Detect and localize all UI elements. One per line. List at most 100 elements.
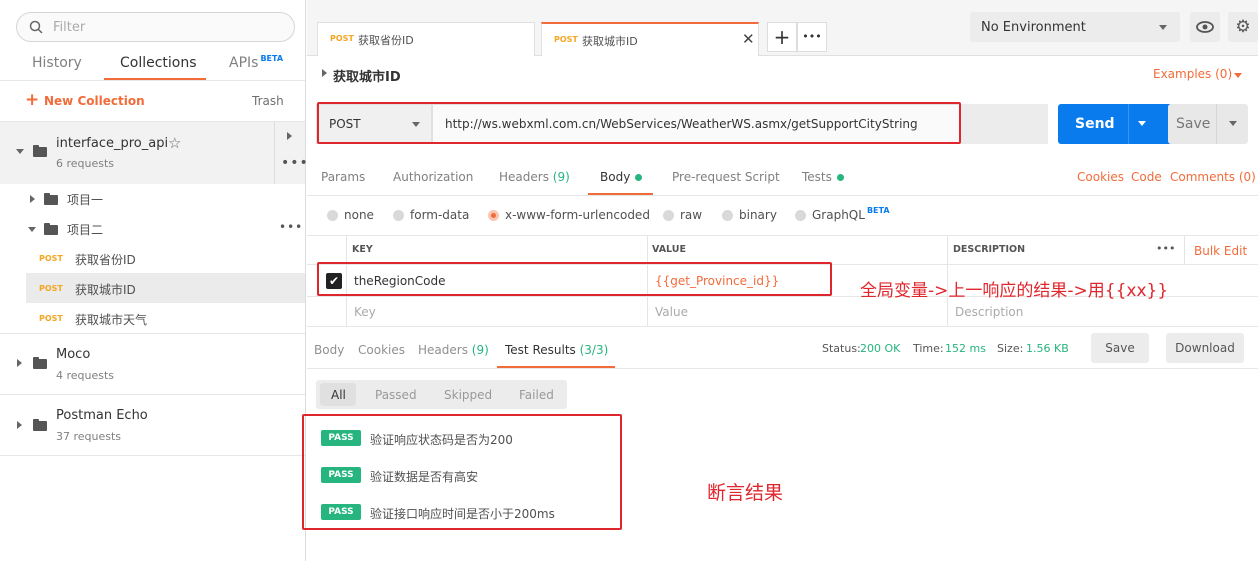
gear-icon: ⚙ bbox=[1235, 17, 1251, 37]
send-button[interactable]: Send bbox=[1058, 104, 1186, 144]
column-description: DESCRIPTION bbox=[953, 244, 1026, 255]
code-link[interactable]: Code bbox=[1131, 170, 1162, 184]
chevron-down-icon[interactable] bbox=[1138, 121, 1146, 126]
download-button[interactable]: Download bbox=[1166, 333, 1244, 363]
method-tag: POST bbox=[39, 314, 63, 323]
request-item[interactable]: 获取城市天气 bbox=[75, 311, 147, 328]
radio-form-data[interactable] bbox=[393, 210, 404, 221]
tab-tests[interactable]: Tests bbox=[802, 170, 844, 184]
collection-count: 4 requests bbox=[56, 369, 115, 382]
new-collection-button[interactable]: New Collection bbox=[44, 94, 145, 108]
tab-prerequest[interactable]: Pre-request Script bbox=[672, 170, 780, 184]
response-save-button[interactable]: Save bbox=[1091, 333, 1149, 363]
collection-name[interactable]: Moco bbox=[56, 347, 90, 362]
divider bbox=[0, 333, 305, 334]
tab-tests-label: Tests bbox=[802, 170, 832, 184]
filter-all[interactable]: All bbox=[331, 388, 346, 402]
value-placeholder[interactable]: Value bbox=[655, 305, 688, 319]
radio-urlencoded[interactable] bbox=[488, 210, 499, 221]
status-label: Status: bbox=[822, 342, 861, 355]
tab-body-label: Body bbox=[600, 170, 631, 184]
folder-name[interactable]: 项目一 bbox=[67, 191, 103, 208]
size-value: 1.56 KB bbox=[1026, 342, 1069, 355]
environment-quick-look-button[interactable] bbox=[1190, 12, 1220, 42]
tab-apis[interactable]: APIs BETA bbox=[229, 54, 283, 71]
folder-name[interactable]: 项目二 bbox=[67, 221, 103, 238]
tab-headers[interactable]: Headers (9) bbox=[499, 170, 570, 184]
more-tabs-button[interactable]: ••• bbox=[797, 22, 827, 52]
environment-label: No Environment bbox=[981, 20, 1086, 35]
more-icon[interactable]: ••• bbox=[1156, 242, 1175, 255]
annotation-box-param bbox=[317, 262, 832, 296]
body-type-label: x-www-form-urlencoded bbox=[505, 208, 650, 222]
collection-name[interactable]: Postman Echo bbox=[56, 408, 148, 423]
divider bbox=[0, 455, 305, 456]
chevron-right-icon[interactable] bbox=[322, 69, 327, 77]
divider bbox=[307, 368, 1258, 369]
request-title: 获取城市ID bbox=[333, 70, 401, 85]
description-placeholder[interactable]: Description bbox=[955, 305, 1023, 319]
bulk-edit-button[interactable]: Bulk Edit bbox=[1194, 244, 1247, 258]
tab-body[interactable]: Body bbox=[600, 170, 643, 184]
key-placeholder[interactable]: Key bbox=[354, 305, 376, 319]
time-label: Time: bbox=[913, 342, 944, 355]
radio-binary[interactable] bbox=[722, 210, 733, 221]
resp-tab-headers[interactable]: Headers (9) bbox=[418, 343, 489, 357]
comments-link[interactable]: Comments (0) bbox=[1170, 170, 1256, 184]
collection-count: 6 requests bbox=[56, 157, 115, 170]
request-tab-active[interactable]: POST 获取城市ID ✕ bbox=[541, 22, 759, 56]
filter-failed[interactable]: Failed bbox=[519, 388, 554, 402]
annotation-assert-result: 断言结果 bbox=[707, 482, 784, 504]
radio-none[interactable] bbox=[327, 210, 338, 221]
search-icon bbox=[29, 20, 43, 34]
chevron-right-icon[interactable] bbox=[17, 421, 22, 429]
trash-button[interactable]: Trash bbox=[252, 94, 284, 108]
headers-count: (9) bbox=[552, 170, 570, 184]
status-value: 200 OK bbox=[860, 342, 901, 355]
resp-tab-cookies[interactable]: Cookies bbox=[358, 343, 405, 357]
more-icon[interactable]: ••• bbox=[281, 155, 309, 171]
save-button[interactable]: Save bbox=[1168, 104, 1248, 144]
more-icon[interactable]: ••• bbox=[279, 220, 303, 234]
filter-passed[interactable]: Passed bbox=[375, 388, 417, 402]
resp-tab-test-results[interactable]: Test Results (3/3) bbox=[505, 343, 608, 357]
chevron-right-icon[interactable] bbox=[17, 359, 22, 367]
filter-skipped[interactable]: Skipped bbox=[444, 388, 492, 402]
request-item-selected[interactable] bbox=[26, 273, 305, 303]
chevron-down-icon bbox=[16, 149, 24, 154]
request-item[interactable]: 获取省份ID bbox=[75, 251, 136, 268]
url-box-extension bbox=[960, 104, 1048, 144]
method-tag: POST bbox=[39, 254, 63, 263]
cookies-link[interactable]: Cookies bbox=[1077, 170, 1124, 184]
examples-button[interactable]: Examples (0) bbox=[1153, 67, 1232, 81]
eye-icon bbox=[1196, 21, 1214, 33]
tab-label: 获取城市ID bbox=[582, 35, 638, 48]
chevron-down-icon bbox=[1234, 73, 1242, 78]
settings-button[interactable]: ⚙ bbox=[1228, 12, 1258, 42]
body-type-label: binary bbox=[739, 208, 777, 222]
tab-params[interactable]: Params bbox=[321, 170, 365, 184]
tab-history[interactable]: History bbox=[32, 55, 82, 71]
chevron-right-icon[interactable] bbox=[287, 132, 292, 140]
tab-authorization[interactable]: Authorization bbox=[393, 170, 473, 184]
tab-headers-label: Headers bbox=[499, 170, 549, 184]
resp-tab-body[interactable]: Body bbox=[314, 343, 344, 357]
close-icon[interactable]: ✕ bbox=[742, 30, 755, 48]
environment-select[interactable]: No Environment bbox=[970, 12, 1180, 42]
filter-input[interactable]: Filter bbox=[16, 12, 295, 42]
radio-graphql[interactable] bbox=[795, 210, 806, 221]
chevron-right-icon[interactable] bbox=[30, 195, 35, 203]
chevron-down-icon[interactable] bbox=[1229, 121, 1237, 126]
divider bbox=[307, 235, 1258, 236]
star-icon[interactable]: ☆ bbox=[168, 134, 181, 152]
radio-raw[interactable] bbox=[663, 210, 674, 221]
folder-icon bbox=[33, 357, 47, 369]
divider bbox=[307, 326, 1258, 327]
request-tab[interactable]: POST 获取省份ID bbox=[317, 22, 535, 56]
body-type-label: GraphQL BETA bbox=[812, 206, 890, 222]
chevron-down-icon[interactable] bbox=[28, 227, 36, 232]
time-value: 152 ms bbox=[945, 342, 986, 355]
request-item[interactable]: 获取城市ID bbox=[75, 281, 136, 298]
new-tab-button[interactable]: + bbox=[767, 22, 797, 52]
tab-collections[interactable]: Collections bbox=[120, 55, 197, 71]
